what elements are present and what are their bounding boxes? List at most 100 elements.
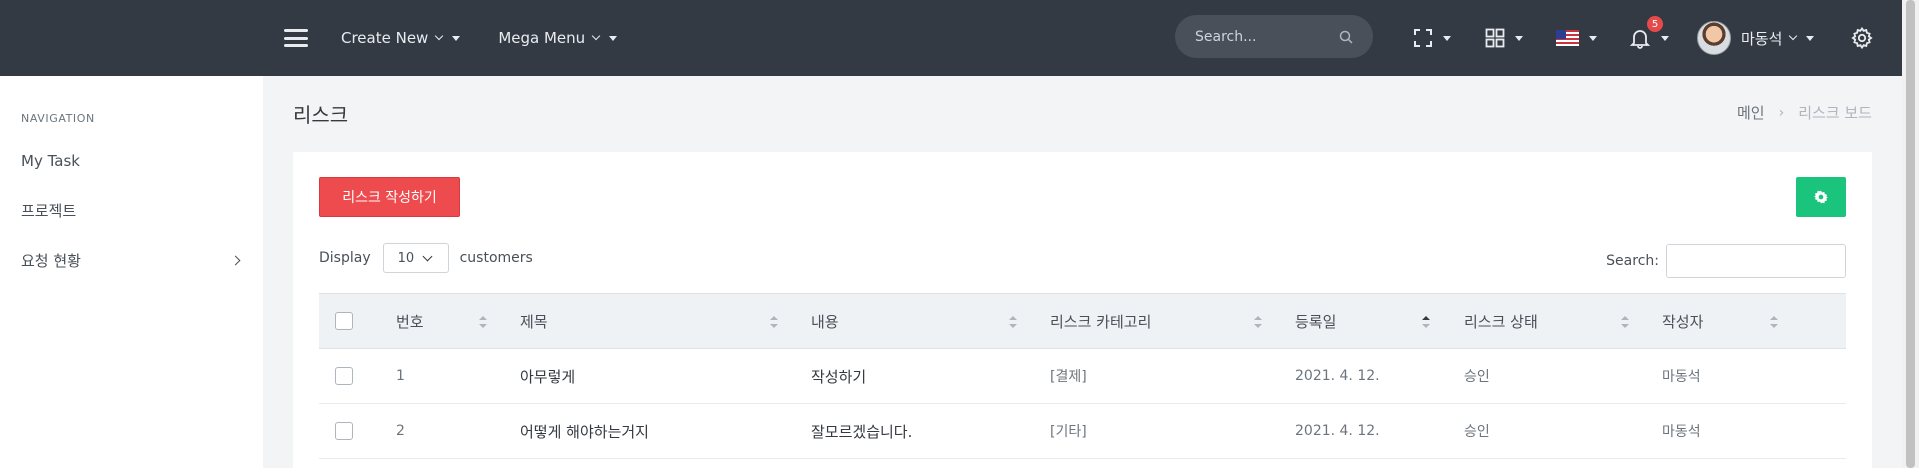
cell-status: 승인 bbox=[1464, 424, 1490, 440]
search-label: Search: bbox=[1606, 253, 1659, 269]
page-size-value: 10 bbox=[397, 250, 415, 266]
caret-down-icon bbox=[1589, 35, 1597, 41]
settings-button[interactable] bbox=[1796, 177, 1846, 217]
sidebar-item-request-status[interactable]: 요청 현황 bbox=[21, 250, 241, 271]
breadcrumb-home[interactable]: 메인 bbox=[1737, 102, 1765, 123]
sidebar-item-label: 프로젝트 bbox=[21, 202, 77, 220]
sidebar: NAVIGATION My Task 프로젝트 요청 현황 bbox=[0, 76, 263, 468]
top-search-input[interactable]: Search... bbox=[1175, 15, 1373, 58]
sort-icon[interactable] bbox=[479, 316, 487, 328]
brand-area bbox=[0, 0, 263, 76]
mega-menu[interactable]: Mega Menu bbox=[498, 29, 618, 47]
column-header-status[interactable]: 리스크 상태 bbox=[1464, 294, 1538, 348]
fullscreen-icon bbox=[1414, 29, 1432, 47]
chevron-down-icon bbox=[435, 31, 444, 41]
sidebar-item-my-task[interactable]: My Task bbox=[21, 152, 239, 170]
column-header-category[interactable]: 리스크 카테고리 bbox=[1050, 294, 1151, 348]
topbar: Create New Mega Menu Search... 5 마동석 bbox=[263, 0, 1919, 76]
column-header-date[interactable]: 등록일 bbox=[1295, 294, 1336, 348]
cell-date: 2021. 4. 12. bbox=[1295, 423, 1380, 439]
breadcrumb: 메인 › 리스크 보드 bbox=[1737, 102, 1872, 123]
row-select-cell bbox=[335, 404, 353, 458]
sort-icon[interactable] bbox=[1009, 316, 1017, 328]
sidebar-item-label: 요청 현황 bbox=[21, 252, 81, 270]
bell-icon bbox=[1629, 30, 1651, 49]
language-button[interactable] bbox=[1556, 22, 1597, 54]
chevron-down-icon bbox=[1789, 31, 1798, 41]
create-risk-button[interactable]: 리스크 작성하기 bbox=[319, 177, 460, 217]
cell-status: 승인 bbox=[1464, 369, 1490, 385]
caret-down-icon bbox=[1515, 35, 1523, 41]
select-all-checkbox[interactable] bbox=[335, 312, 353, 330]
sort-icon[interactable] bbox=[1254, 316, 1262, 328]
breadcrumb-current: 리스크 보드 bbox=[1798, 104, 1872, 122]
risk-board-card: 리스크 작성하기 Display 10 customers Search: 번호… bbox=[293, 152, 1872, 468]
column-header-content[interactable]: 내용 bbox=[811, 294, 839, 348]
page-title: 리스크 bbox=[293, 103, 349, 127]
scrollbar-thumb[interactable] bbox=[1906, 0, 1915, 468]
page-size-control: Display 10 customers bbox=[319, 243, 533, 273]
row-checkbox[interactable] bbox=[335, 422, 353, 440]
page-scrollbar[interactable] bbox=[1902, 0, 1919, 468]
select-all-cell bbox=[335, 294, 353, 348]
user-name: 마동석 bbox=[1741, 29, 1783, 48]
cell-content: 작성하기 bbox=[811, 367, 867, 386]
table-row[interactable]: 2 어떻게 해야하는거지 잘모르겠습니다. [기타] 2021. 4. 12. … bbox=[319, 404, 1846, 459]
cell-author: 마동석 bbox=[1662, 369, 1701, 385]
column-header-number[interactable]: 번호 bbox=[396, 294, 424, 348]
apps-button[interactable] bbox=[1485, 22, 1523, 54]
risk-table: 번호 제목 내용 리스크 카테고리 등록일 리스크 상태 작성자 1 아무렇게 … bbox=[319, 293, 1846, 459]
column-header-author[interactable]: 작성자 bbox=[1662, 294, 1703, 348]
table-search-input[interactable] bbox=[1666, 244, 1846, 278]
fullscreen-button[interactable] bbox=[1413, 22, 1451, 54]
caret-down-icon bbox=[1661, 35, 1669, 41]
top-search-placeholder: Search... bbox=[1195, 28, 1257, 45]
cell-date: 2021. 4. 12. bbox=[1295, 368, 1380, 384]
cell-title: 어떻게 해야하는거지 bbox=[520, 422, 649, 441]
table-search: Search: bbox=[1606, 244, 1846, 278]
sort-icon[interactable] bbox=[770, 316, 778, 328]
create-new-label: Create New bbox=[341, 29, 429, 47]
apps-grid-icon bbox=[1485, 28, 1505, 48]
cell-content: 잘모르겠습니다. bbox=[811, 422, 913, 441]
sort-icon[interactable] bbox=[1770, 316, 1778, 328]
row-select-cell bbox=[335, 349, 353, 403]
chevron-right-icon bbox=[230, 255, 241, 266]
table-row[interactable]: 1 아무렇게 작성하기 [결제] 2021. 4. 12. 승인 마동석 bbox=[319, 349, 1846, 404]
table-header: 번호 제목 내용 리스크 카테고리 등록일 리스크 상태 작성자 bbox=[319, 293, 1846, 349]
notification-badge: 5 bbox=[1647, 16, 1663, 32]
column-header-title[interactable]: 제목 bbox=[520, 294, 548, 348]
cell-category: [결제] bbox=[1050, 369, 1087, 385]
cell-category: [기타] bbox=[1050, 424, 1087, 440]
breadcrumb-separator: › bbox=[1778, 104, 1785, 121]
settings-gear-icon bbox=[1851, 26, 1873, 50]
cell-title: 아무렇게 bbox=[520, 367, 576, 386]
mega-menu-label: Mega Menu bbox=[498, 29, 586, 47]
cell-number: 1 bbox=[396, 368, 405, 384]
chevron-down-icon bbox=[591, 31, 601, 41]
display-label: Display bbox=[319, 250, 371, 266]
caret-down-icon bbox=[609, 35, 618, 41]
customers-label: customers bbox=[459, 250, 533, 266]
caret-down-icon bbox=[1806, 35, 1815, 41]
notifications-button[interactable]: 5 bbox=[1629, 16, 1669, 54]
hamburger-menu-icon[interactable] bbox=[284, 29, 308, 47]
search-icon bbox=[1339, 30, 1353, 44]
settings-button[interactable] bbox=[1850, 22, 1874, 54]
cell-author: 마동석 bbox=[1662, 424, 1701, 440]
sidebar-item-label: My Task bbox=[21, 152, 80, 170]
caret-down-icon bbox=[452, 35, 461, 41]
gear-icon bbox=[1814, 190, 1828, 204]
avatar bbox=[1697, 21, 1731, 55]
sidebar-item-project[interactable]: 프로젝트 bbox=[21, 200, 239, 221]
user-menu[interactable]: 마동석 bbox=[1697, 20, 1815, 56]
create-new-menu[interactable]: Create New bbox=[341, 29, 461, 47]
us-flag-icon bbox=[1556, 30, 1579, 46]
chevron-down-icon bbox=[422, 251, 433, 261]
sort-icon[interactable] bbox=[1621, 316, 1629, 328]
caret-down-icon bbox=[1443, 35, 1451, 41]
row-checkbox[interactable] bbox=[335, 367, 353, 385]
nav-section-title: NAVIGATION bbox=[21, 112, 95, 125]
sort-ascending-icon[interactable] bbox=[1422, 316, 1430, 328]
page-size-select[interactable]: 10 bbox=[382, 243, 449, 273]
